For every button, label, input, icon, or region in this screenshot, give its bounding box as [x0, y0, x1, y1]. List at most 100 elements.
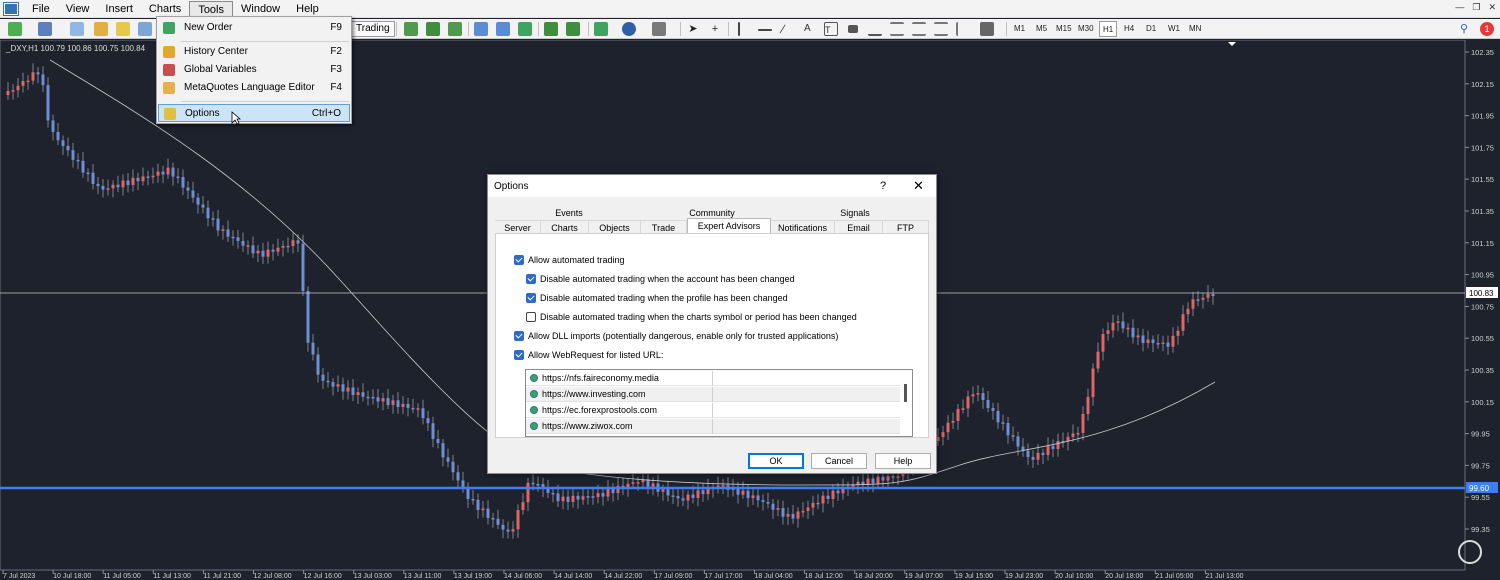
restore-icon[interactable]: ❐ — [1472, 2, 1480, 13]
fibonacci-icon[interactable] — [912, 22, 926, 36]
candle-body — [536, 484, 540, 486]
timeframe-m1[interactable]: M1 — [1011, 21, 1028, 37]
timeframe-h1[interactable]: H1 — [1099, 21, 1118, 37]
candle-body — [801, 510, 805, 513]
indicators-icon[interactable] — [594, 22, 608, 36]
templates-icon[interactable] — [652, 22, 666, 36]
tab-server[interactable]: Server — [495, 220, 541, 234]
favorites-icon[interactable] — [116, 22, 130, 36]
line-chart-icon[interactable] — [448, 22, 462, 36]
vertical-line-icon[interactable] — [738, 22, 740, 36]
checkbox-checked-icon[interactable] — [514, 331, 524, 341]
menu-item-options[interactable]: Options Ctrl+O — [158, 104, 350, 122]
tab-expert-advisors[interactable]: Expert Advisors — [687, 218, 771, 234]
menu-window[interactable]: Window — [233, 1, 288, 17]
candle-body — [436, 438, 440, 444]
menu-charts[interactable]: Charts — [141, 1, 189, 17]
url-row[interactable]: https://ec.forexprostools.com — [526, 403, 900, 418]
timeframe-m5[interactable]: M5 — [1033, 21, 1050, 37]
horizontal-line-icon[interactable] — [758, 29, 772, 31]
timeframe-w1[interactable]: W1 — [1165, 21, 1183, 37]
notification-badge[interactable]: 1 — [1480, 22, 1494, 36]
tab-trade[interactable]: Trade — [641, 220, 687, 234]
arrows-icon[interactable] — [848, 25, 858, 33]
menu-file[interactable]: File — [24, 1, 58, 17]
timeframe-m15[interactable]: M15 — [1053, 21, 1075, 37]
tab-signals[interactable]: Signals — [781, 206, 929, 220]
text-label-icon[interactable]: T — [824, 22, 838, 36]
tab-events[interactable]: Events — [495, 206, 643, 220]
tab-charts[interactable]: Charts — [541, 220, 589, 234]
timeframe-d1[interactable]: D1 — [1143, 21, 1159, 37]
candle-body — [461, 480, 465, 487]
more-objects-icon[interactable] — [980, 22, 994, 36]
tab-ftp[interactable]: FTP — [883, 220, 929, 234]
candle-body — [441, 443, 445, 458]
checkbox-unchecked-icon[interactable] — [526, 312, 536, 322]
tab-email[interactable]: Email — [835, 220, 883, 234]
menu-view[interactable]: View — [58, 1, 98, 17]
cycle-lines-icon[interactable] — [956, 22, 970, 36]
auto-scroll-icon[interactable] — [544, 22, 558, 36]
market-watch-icon[interactable] — [70, 22, 84, 36]
autotrading-button[interactable]: Trading — [351, 21, 395, 37]
candlestick-icon[interactable] — [426, 22, 440, 36]
minimize-icon[interactable]: — — [1455, 2, 1464, 13]
url-row[interactable]: https://www.ziwox.com — [526, 419, 900, 434]
dialog-close-icon[interactable]: ✕ — [913, 178, 924, 194]
cursor-icon[interactable]: ➤ — [686, 22, 700, 36]
candle-body — [411, 407, 415, 410]
zoom-out-icon[interactable] — [496, 22, 510, 36]
bar-chart-icon[interactable] — [404, 22, 418, 36]
new-chart-icon[interactable] — [8, 22, 22, 36]
menu-item-new-order[interactable]: New Order F9 — [158, 19, 350, 37]
menu-item-history-center[interactable]: History Center F2 — [158, 43, 350, 61]
checkbox-checked-icon[interactable] — [514, 255, 524, 265]
tile-windows-icon[interactable] — [518, 22, 532, 36]
help-question-icon[interactable]: ? — [880, 180, 886, 192]
candle-body — [96, 183, 100, 187]
close-icon[interactable]: ✕ — [1488, 2, 1496, 13]
zoom-magnifier-icon[interactable] — [1458, 540, 1482, 564]
candle-body — [1186, 308, 1190, 315]
profiles-icon[interactable] — [38, 22, 52, 36]
candle-body — [506, 529, 510, 532]
periods-clock-icon[interactable] — [622, 22, 636, 36]
help-button[interactable]: Help — [875, 453, 931, 469]
checkbox-checked-icon[interactable] — [526, 274, 536, 284]
webrequest-url-list[interactable]: https://nfs.faireconomy.media https://ww… — [525, 369, 913, 437]
menu-item-metaeditor[interactable]: MetaQuotes Language Editor F4 — [158, 79, 350, 97]
url-list-scrollbar[interactable] — [904, 384, 907, 402]
candle-body — [556, 493, 560, 502]
url-row[interactable]: https://nfs.faireconomy.media — [526, 371, 900, 386]
search-icon[interactable]: ⚲ — [1460, 22, 1474, 36]
tab-objects[interactable]: Objects — [589, 220, 641, 234]
candle-body — [896, 476, 900, 478]
zoom-in-icon[interactable] — [474, 22, 488, 36]
crosshair-icon[interactable]: + — [708, 22, 722, 36]
dialog-titlebar[interactable]: Options ? ✕ — [488, 175, 936, 197]
chart-shift-icon[interactable] — [566, 22, 580, 36]
ok-button[interactable]: OK — [748, 453, 804, 469]
fibonacci-fan-icon[interactable] — [868, 22, 882, 36]
terminal-icon[interactable] — [138, 22, 152, 36]
menu-item-global-variables[interactable]: Global Variables F3 — [158, 61, 350, 79]
trendline-icon[interactable]: ∕ — [782, 22, 796, 36]
url-row[interactable]: https://www.investing.com — [526, 387, 900, 402]
text-icon[interactable]: A — [804, 22, 818, 36]
channel-icon[interactable] — [890, 22, 904, 36]
menu-insert[interactable]: Insert — [97, 1, 141, 17]
checkbox-checked-icon[interactable] — [514, 350, 524, 360]
checkbox-checked-icon[interactable] — [526, 293, 536, 303]
gann-icon[interactable] — [934, 22, 948, 36]
cancel-button[interactable]: Cancel — [811, 453, 867, 469]
timeframe-h4[interactable]: H4 — [1121, 21, 1137, 37]
timeframe-m30[interactable]: M30 — [1075, 21, 1097, 37]
menu-tools[interactable]: Tools — [189, 0, 233, 17]
tab-notifications[interactable]: Notifications — [771, 220, 835, 234]
menu-help[interactable]: Help — [288, 1, 327, 17]
timeframe-mn[interactable]: MN — [1186, 21, 1204, 37]
candle-body — [561, 496, 565, 502]
price-tick-label: 100.75 — [1471, 302, 1494, 311]
navigator-icon[interactable] — [94, 22, 108, 36]
